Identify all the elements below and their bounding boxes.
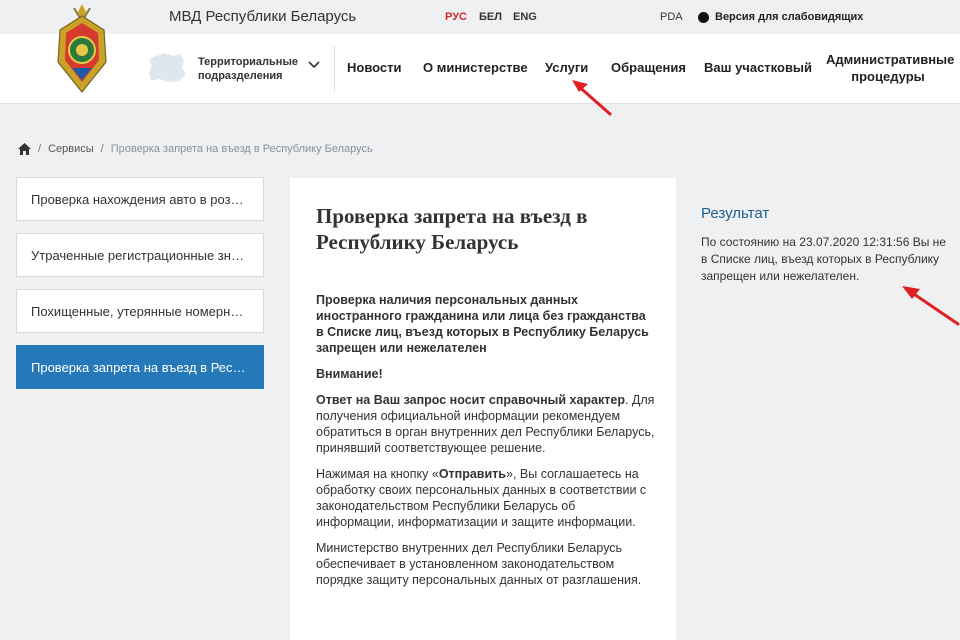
sidebar-item-label: Проверка нахождения авто в розыске [31,191,249,207]
nav-administrative-procedures[interactable]: Административные процедуры [826,51,955,85]
consent-paragraph: Нажимая на кнопку «Отправить», Вы соглаш… [316,466,656,530]
territorial-units-dropdown[interactable]: Территориальные подразделения [198,55,308,83]
breadcrumb-separator: / [38,143,42,155]
site-title: МВД Республики Беларусь [169,8,357,25]
home-icon[interactable] [18,143,31,155]
result-text: По состоянию на 23.07.2020 12:31:56 Вы н… [701,234,960,285]
admin-line2: процедуры [851,69,925,84]
language-be-link[interactable]: БЕЛ [479,11,502,23]
nav-appeals[interactable]: Обращения [611,60,686,75]
main-content-panel: Проверка запрета на въезд в Республику Б… [290,178,676,640]
sidebar-item-label: Утраченные регистрационные знаки [31,247,249,263]
consent-text-start: Нажимая на кнопку « [316,467,439,481]
page-title: Проверка запрета на въезд в Республику Б… [316,204,588,254]
breadcrumb-current: Проверка запрета на въезд в Республику Б… [110,143,373,155]
ministry-emblem-logo[interactable] [52,0,112,98]
chevron-down-icon[interactable] [308,61,320,69]
sidebar-item-wanted-cars[interactable]: Проверка нахождения авто в розыске [16,177,264,221]
consent-button-name: Отправить [438,467,506,481]
attention-text: Внимание! [316,367,383,381]
main-header: Территориальные подразделения Новости О … [0,34,960,104]
nav-about-ministry[interactable]: О министерстве [423,60,528,75]
circle-icon [698,11,709,23]
sidebar-item-label: Похищенные, утерянные номерные знаки [31,303,249,319]
nav-services[interactable]: Услуги [545,60,588,75]
nav-news[interactable]: Новости [347,60,402,75]
territorial-line1: Территориальные [198,56,298,68]
breadcrumb-services-link[interactable]: Сервисы [48,143,94,155]
nav-divider [334,46,335,92]
low-vision-version-link[interactable]: Версия для слабовидящих [698,11,863,23]
top-bar: МВД Республики Беларусь РУС БЕЛ ENG PDA … [0,0,960,34]
sidebar-item-label: Проверка запрета на въезд в Республику Б… [31,359,249,375]
language-en-link[interactable]: ENG [513,11,537,23]
territorial-line2: подразделения [198,70,283,82]
intro-text: Проверка наличия персональных данных ино… [316,293,649,355]
breadcrumb-separator: / [100,143,104,155]
result-line: По состоянию на 23.07.2020 12:31:56 Вы н… [701,235,946,249]
admin-line1: Административные [826,52,955,67]
sidebar-item-entry-ban-check[interactable]: Проверка запрета на въезд в Республику Б… [16,345,264,389]
ministry-paragraph: Министерство внутренних дел Республики Б… [316,541,642,587]
pda-link[interactable]: PDA [660,11,683,23]
nav-your-officer[interactable]: Ваш участковый [704,60,812,75]
result-line: в Списке лиц, въезд которых в Республику [701,252,940,266]
result-panel: Результат По состоянию на 23.07.2020 12:… [676,178,960,640]
low-vision-label: Версия для слабовидящих [715,11,864,23]
result-line: запрещен или нежелателен. [701,269,860,283]
language-ru-link[interactable]: РУС [445,11,467,23]
belarus-map-icon [149,53,186,82]
result-title: Результат [701,205,770,222]
service-description: Проверка наличия персональных данных ино… [316,292,656,598]
reference-paragraph: Ответ на Ваш запрос носит справочный хар… [316,392,656,456]
breadcrumb: / Сервисы / Проверка запрета на въезд в … [18,143,373,155]
reference-bold-text: Ответ на Ваш запрос носит справочный хар… [316,393,625,407]
sidebar-item-stolen-plates[interactable]: Похищенные, утерянные номерные знаки [16,289,264,333]
sidebar-item-lost-plates[interactable]: Утраченные регистрационные знаки [16,233,264,277]
